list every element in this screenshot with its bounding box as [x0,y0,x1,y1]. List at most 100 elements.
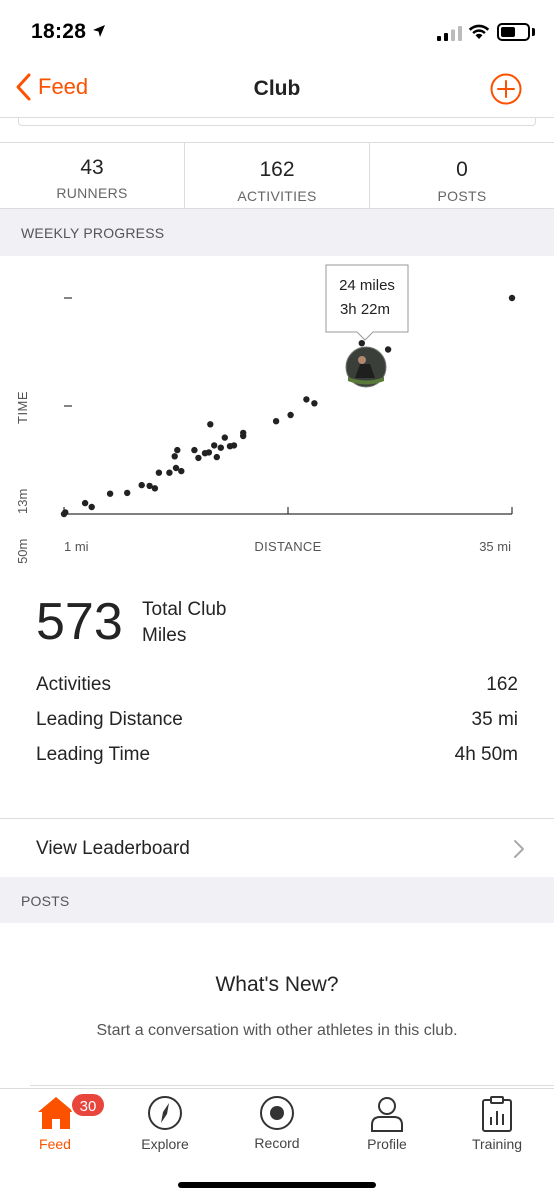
data-point[interactable] [213,453,220,461]
stat-label: POSTS [437,188,487,204]
view-leaderboard-label: View Leaderboard [36,838,190,859]
home-icon [38,1097,74,1129]
summary-value: 4h 50m [454,744,518,765]
data-point[interactable] [171,453,178,460]
stat-runners[interactable]: 43 RUNNERS [0,143,185,208]
tab-label: Record [254,1135,300,1151]
data-point[interactable] [211,442,218,449]
data-point[interactable] [508,294,516,302]
data-point[interactable] [106,490,114,497]
data-point[interactable] [88,503,95,511]
cellular-signal-icon [437,26,462,41]
battery-cap [532,28,535,36]
data-point[interactable] [221,434,228,441]
summary-value: 35 mi [471,709,518,730]
data-point[interactable] [240,429,247,437]
data-points [60,294,516,518]
data-point[interactable] [62,509,69,516]
data-point[interactable] [81,499,89,507]
data-point[interactable] [151,485,159,492]
data-point[interactable] [217,444,224,451]
tab-profile[interactable]: Profile [332,1089,442,1159]
data-point[interactable] [287,411,294,419]
section-title: POSTS [21,893,70,909]
summary-row-leading-time: Leading Time 4h 50m [36,744,518,774]
status-time: 18:28 [31,20,87,43]
data-point[interactable] [230,442,238,449]
data-point[interactable] [384,346,392,353]
home-indicator [178,1182,376,1188]
page-title: Club [253,77,301,100]
whats-new-subtitle: Start a conversation with other athletes… [96,1022,458,1039]
data-point[interactable] [358,340,365,347]
y-axis-label: TIME [15,391,30,424]
tooltip-line-1: 24 miles [339,277,395,294]
data-point[interactable] [155,469,163,476]
add-circle-icon[interactable] [490,73,522,105]
stat-value: 43 [80,156,104,179]
weekly-progress-chart: 4h 50m TIME 13m 1 mi DISTANCE 35 mi 24 m… [0,256,554,566]
data-point[interactable] [166,469,173,476]
wifi-icon [468,24,490,39]
summary-key: Leading Time [36,744,151,765]
posts-header: POSTS [0,877,554,923]
data-point[interactable] [138,481,145,489]
x-axis-label: DISTANCE [254,539,321,554]
tooltip-line-2: 3h 22m [340,301,390,318]
data-point[interactable] [272,418,280,425]
record-icon [260,1096,294,1130]
x-tick-label-max: 35 mi [479,539,511,554]
data-point[interactable] [124,489,131,497]
whats-new-title: What's New? [215,973,339,996]
status-bar: 18:28 [0,0,554,62]
tab-label: Explore [141,1136,189,1152]
stat-activities[interactable]: 162 ACTIVITIES [185,143,370,208]
stat-value: 162 [259,158,295,181]
card-edge [18,118,536,126]
summary-row-leading-distance: Leading Distance 35 mi [36,709,518,739]
data-point[interactable] [195,454,202,462]
stat-label: ACTIVITIES [237,188,317,204]
stat-value: 0 [456,158,468,181]
divider [30,1085,554,1086]
profile-icon [371,1097,403,1132]
section-title: WEEKLY PROGRESS [21,225,165,241]
compass-icon [148,1096,182,1130]
data-point[interactable] [191,446,198,454]
y-tick-label-min: 13m [15,489,30,514]
total-miles-label: Total Club Miles [142,599,227,646]
highlight-avatar[interactable] [345,346,387,388]
notification-badge: 30 [70,1092,106,1118]
data-point[interactable] [174,446,181,454]
data-point[interactable] [205,449,213,456]
stat-label: RUNNERS [56,185,128,201]
data-point[interactable] [311,400,318,407]
training-icon [482,1096,512,1132]
scatter-plot: 4h 50m TIME 13m 1 mi DISTANCE 35 mi 24 m… [15,264,516,566]
summary-value: 162 [486,674,518,695]
summary-row-activities: Activities 162 [36,674,518,704]
summary-key: Leading Distance [36,709,183,730]
stats-row: 43 RUNNERS 162 ACTIVITIES 0 POSTS [0,142,554,209]
summary-key: Activities [36,674,111,695]
total-miles-value: 573 [36,593,123,651]
location-arrow-icon [93,25,105,37]
weekly-progress-header: WEEKLY PROGRESS [0,209,554,256]
tab-training[interactable]: Training [442,1089,552,1159]
data-point[interactable] [207,421,214,428]
tab-explore[interactable]: Explore [110,1089,220,1159]
x-tick-label-min: 1 mi [64,539,89,554]
highlight-tooltip: 24 miles 3h 22m [325,264,409,341]
view-leaderboard-row[interactable]: View Leaderboard [0,818,554,877]
nav-bar: Feed Club [0,62,554,118]
data-point[interactable] [178,467,185,475]
chevron-right-icon [514,840,524,858]
data-point[interactable] [303,396,310,403]
tab-label: Profile [367,1136,407,1152]
tab-label: Feed [39,1136,71,1152]
tab-record[interactable]: Record [222,1089,332,1159]
stat-posts[interactable]: 0 POSTS [370,143,554,208]
y-tick-label-max: 4h 50m [15,539,30,566]
battery-icon [497,23,530,41]
tab-label: Training [471,1136,523,1152]
